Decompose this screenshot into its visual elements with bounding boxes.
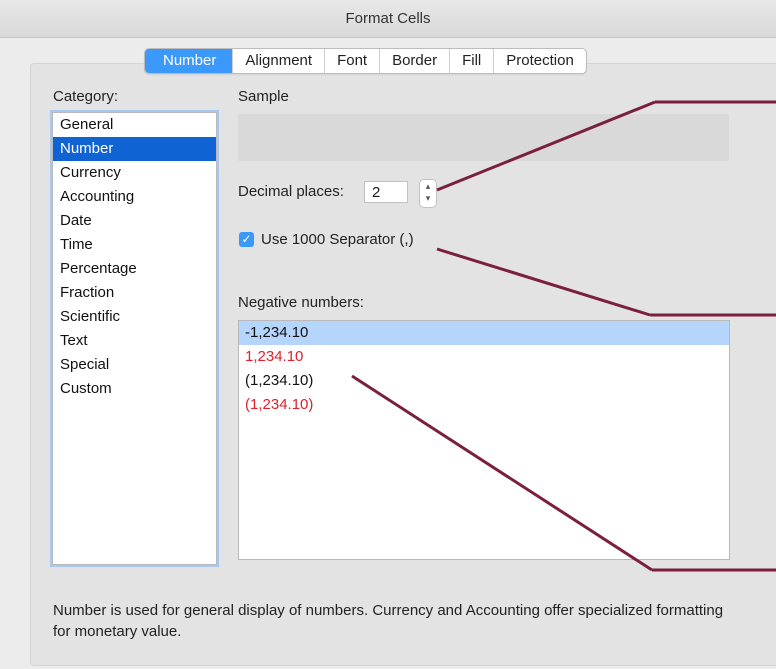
category-item-fraction[interactable]: Fraction xyxy=(53,281,216,305)
category-item-scientific[interactable]: Scientific xyxy=(53,305,216,329)
negative-format-item[interactable]: (1,234.10) xyxy=(239,393,729,417)
decimal-places-field[interactable]: 2 xyxy=(364,181,408,203)
negative-format-item[interactable]: 1,234.10 xyxy=(239,345,729,369)
sample-label: Sample xyxy=(238,88,289,105)
tab-border[interactable]: Border xyxy=(379,49,449,73)
separator-checkbox[interactable]: ✓ xyxy=(239,232,254,247)
category-item-general[interactable]: General xyxy=(53,113,216,137)
negative-format-item[interactable]: -1,234.10 xyxy=(239,321,729,345)
decimal-places-stepper[interactable]: ▴ ▾ xyxy=(419,179,437,208)
category-item-special[interactable]: Special xyxy=(53,353,216,377)
negative-numbers-label: Negative numbers: xyxy=(238,294,364,311)
decimal-places-label: Decimal places: xyxy=(238,183,344,200)
category-item-accounting[interactable]: Accounting xyxy=(53,185,216,209)
tab-protection[interactable]: Protection xyxy=(493,49,586,73)
category-item-date[interactable]: Date xyxy=(53,209,216,233)
separator-label[interactable]: Use 1000 Separator (,) xyxy=(261,231,414,248)
negative-format-item[interactable]: (1,234.10) xyxy=(239,369,729,393)
category-list[interactable]: General Number Currency Accounting Date … xyxy=(52,112,217,565)
tab-bar: Number Alignment Font Border Fill Protec… xyxy=(144,48,587,74)
category-item-currency[interactable]: Currency xyxy=(53,161,216,185)
category-item-time[interactable]: Time xyxy=(53,233,216,257)
category-item-custom[interactable]: Custom xyxy=(53,377,216,401)
category-label: Category: xyxy=(53,88,119,105)
category-description: Number is used for general display of nu… xyxy=(53,602,724,640)
chevron-up-icon[interactable]: ▴ xyxy=(420,180,436,192)
window-title: Format Cells xyxy=(0,0,776,38)
category-item-percentage[interactable]: Percentage xyxy=(53,257,216,281)
chevron-down-icon[interactable]: ▾ xyxy=(420,192,436,204)
tab-alignment[interactable]: Alignment xyxy=(232,49,324,73)
category-item-text[interactable]: Text xyxy=(53,329,216,353)
sample-preview xyxy=(238,114,729,161)
negative-numbers-list[interactable]: -1,234.10 1,234.10 (1,234.10) (1,234.10) xyxy=(238,320,730,560)
tab-number[interactable]: Number xyxy=(145,49,233,73)
tab-font[interactable]: Font xyxy=(324,49,379,73)
category-item-number[interactable]: Number xyxy=(53,137,216,161)
checkmark-icon: ✓ xyxy=(241,232,252,246)
tab-fill[interactable]: Fill xyxy=(449,49,493,73)
